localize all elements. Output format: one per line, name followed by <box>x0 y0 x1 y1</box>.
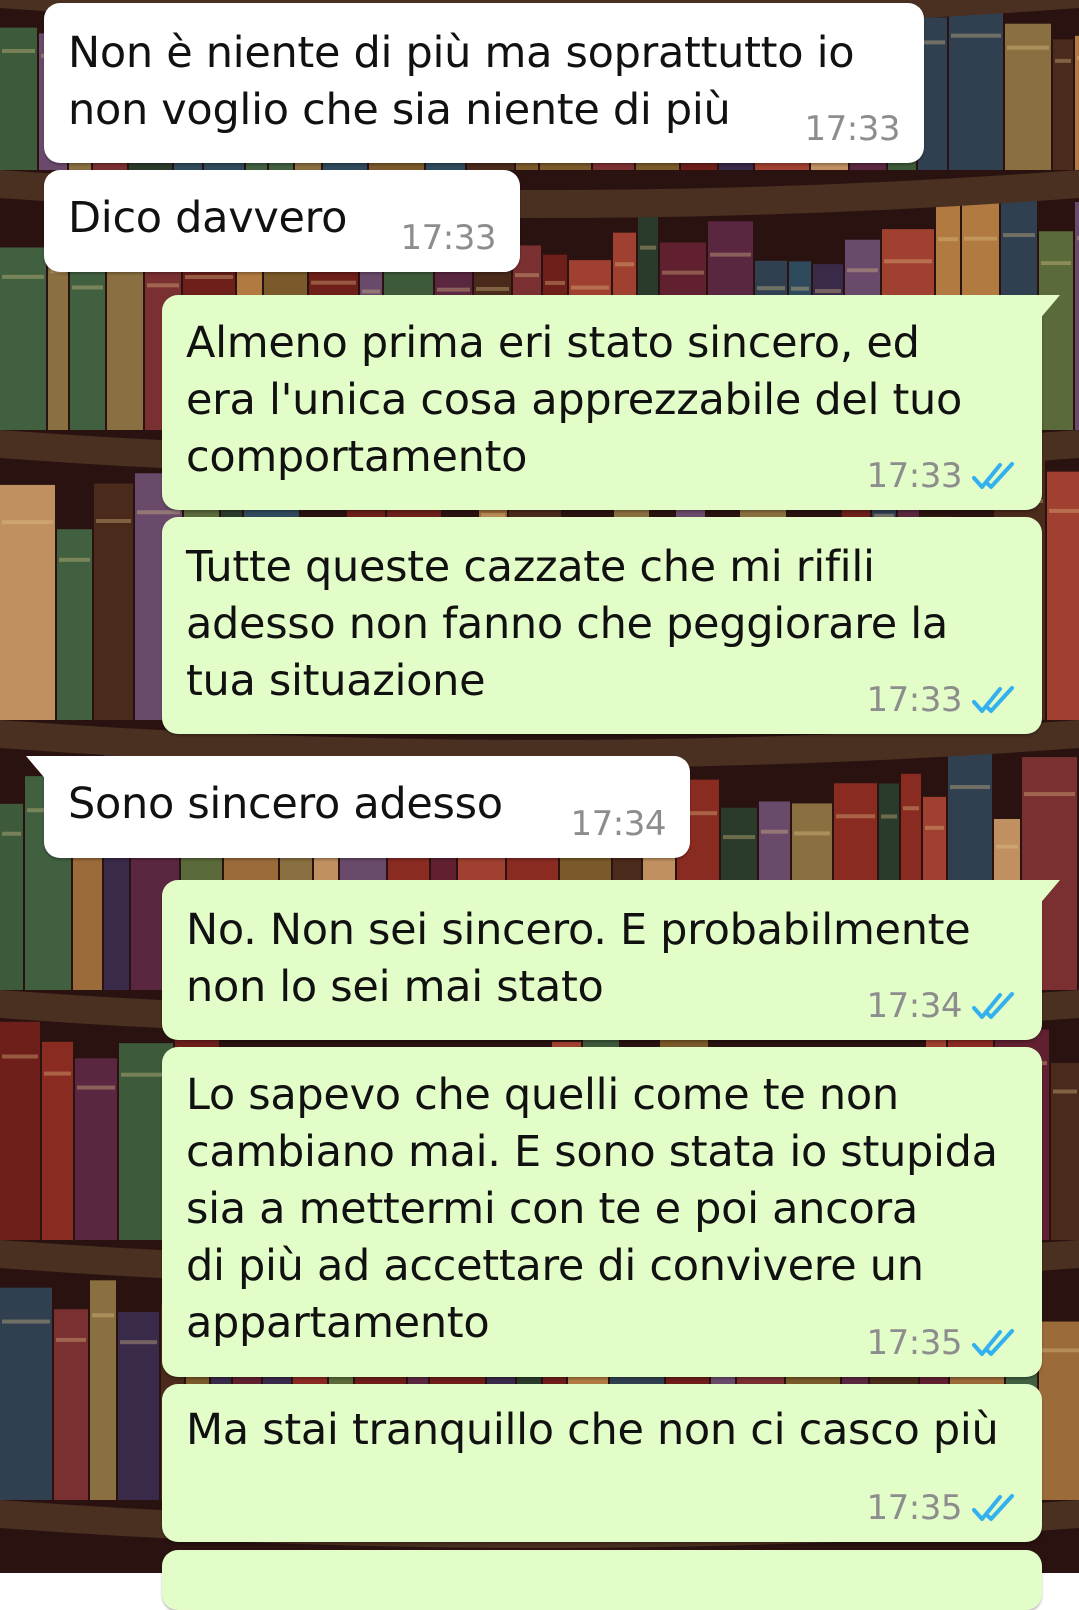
message-timestamp: 17:34 <box>866 986 963 1026</box>
double-check-icon <box>972 462 1014 489</box>
message-meta: 17:33 <box>400 218 497 258</box>
chat-message-list[interactable]: Non è niente di più ma soprattutto io no… <box>0 0 1079 1610</box>
double-check-icon <box>972 1329 1014 1356</box>
message-meta: 17:35 <box>867 1488 1018 1528</box>
bubble-tail <box>26 756 48 782</box>
message-meta: 17:35 <box>867 1323 1018 1363</box>
message-bubble-incoming[interactable]: Non è niente di più ma soprattutto io no… <box>44 3 924 163</box>
message-bubble-outgoing[interactable]: No. Non sei sincero. E probabilmente non… <box>162 880 1060 1040</box>
bubble-tail <box>1038 295 1060 321</box>
message-bubble-outgoing[interactable]: Almeno prima eri stato sincero, ed era l… <box>162 295 1060 510</box>
message-timestamp: 17:35 <box>866 1323 963 1363</box>
message-bubble-outgoing[interactable]: Lo sapevo che quelli come te non cambian… <box>162 1047 1042 1377</box>
message-meta: 17:33 <box>867 456 1018 496</box>
double-check-icon <box>972 686 1014 713</box>
message-timestamp: 17:33 <box>866 456 963 496</box>
message-text: Ma stai tranquillo che non ci casco più <box>186 1405 999 1455</box>
message-bubble-outgoing[interactable]: Tutte queste cazzate che mi rifili adess… <box>162 517 1042 734</box>
double-check-icon <box>972 992 1014 1019</box>
message-meta: 17:33 <box>804 109 901 149</box>
message-meta: 17:34 <box>867 986 1018 1026</box>
message-bubble-incoming[interactable]: Dico davvero 17:33 <box>44 170 520 272</box>
message-meta: 17:33 <box>867 680 1018 720</box>
message-timestamp: 17:33 <box>866 680 963 720</box>
double-check-icon <box>972 1494 1014 1521</box>
message-bubble-outgoing-partial[interactable] <box>162 1550 1042 1610</box>
message-text: Lo sapevo che quelli come te non cambian… <box>186 1070 998 1348</box>
message-timestamp: 17:34 <box>570 804 667 844</box>
message-meta: 17:34 <box>570 804 667 844</box>
message-timestamp: 17:33 <box>400 218 497 258</box>
message-bubble-outgoing[interactable]: Ma stai tranquillo che non ci casco più … <box>162 1384 1042 1542</box>
message-timestamp: 17:35 <box>866 1488 963 1528</box>
message-bubble-incoming[interactable]: Sono sincero adesso 17:34 <box>26 756 690 858</box>
message-timestamp: 17:33 <box>804 109 901 149</box>
bubble-tail <box>1038 880 1060 906</box>
message-text: Non è niente di più ma soprattutto io no… <box>68 28 855 135</box>
